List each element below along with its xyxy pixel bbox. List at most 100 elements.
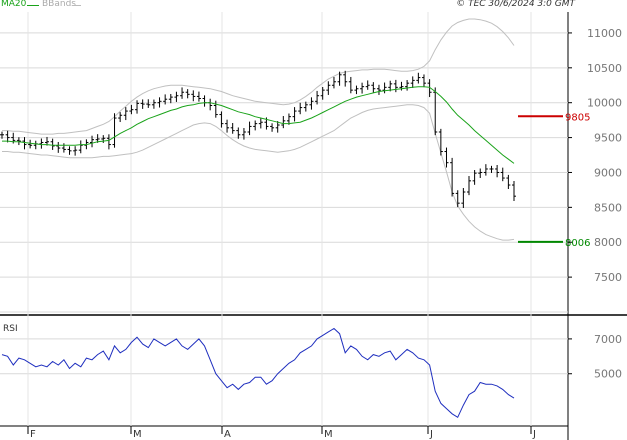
ohlc-bar	[202, 95, 207, 107]
ohlc-bar	[106, 134, 111, 150]
ohlc-bar	[461, 188, 466, 208]
ohlc-bar	[185, 89, 190, 99]
ohlc-bar	[213, 100, 218, 118]
ohlc-bar	[450, 157, 455, 197]
time-tick-label: M	[133, 429, 142, 440]
ohlc-bar	[140, 99, 145, 109]
ohlc-bar	[16, 137, 21, 146]
ma-layer	[2, 86, 515, 164]
ohlc-bar	[309, 97, 314, 110]
ohlc-bar	[253, 120, 258, 131]
chart-root: MA20 BBands © TEC 30/6/2024 3:0 GMT 9805…	[0, 0, 627, 440]
time-tick-label: F	[30, 429, 36, 440]
ohlc-bar	[495, 165, 500, 178]
ohlc-bar	[236, 127, 241, 139]
ohlc-bar	[208, 98, 213, 111]
price-tick-label: 8500	[594, 201, 622, 214]
ohlc-bar	[371, 82, 376, 93]
ohlc-bar	[405, 80, 410, 91]
ohlc-layer	[0, 70, 516, 208]
ohlc-bar	[444, 147, 449, 168]
ohlc-bar	[478, 168, 483, 178]
ohlc-bar	[56, 141, 61, 153]
ohlc-bar	[270, 123, 275, 132]
ohlc-bar	[174, 91, 179, 102]
time-tick-label: J	[532, 429, 536, 440]
rsi-layer	[1, 327, 515, 419]
ohlc-bar	[33, 140, 38, 150]
ohlc-bar	[365, 80, 370, 90]
rsi-line	[1, 327, 515, 419]
price-tick-label: 11000	[587, 27, 622, 40]
ohlc-bar	[331, 76, 336, 89]
ohlc-bar	[298, 102, 303, 115]
price-tick-label: 9000	[594, 166, 622, 179]
ohlc-bar	[39, 138, 44, 149]
rsi-title: RSI	[3, 324, 18, 334]
ohlc-bar	[506, 174, 511, 189]
ohlc-bar	[129, 104, 134, 115]
ohlc-bar	[219, 111, 224, 128]
ohlc-bar	[230, 123, 235, 134]
ohlc-bar	[512, 181, 516, 201]
ohlc-bar	[196, 91, 201, 102]
chart-svg: 9805 8006 11000 10500 10000 9500 9000 8500 8000…	[0, 12, 627, 440]
price-tick-label: 10500	[587, 62, 622, 75]
price-tick-label: 10000	[587, 97, 622, 110]
ohlc-bar	[225, 119, 230, 133]
time-tick-label: M	[324, 429, 333, 440]
ohlc-bar	[466, 176, 471, 196]
ohlc-bar	[438, 128, 443, 156]
rsi-tick-label: 7000	[594, 333, 622, 346]
ohlc-bar	[247, 121, 252, 136]
ohlc-bar	[118, 112, 123, 123]
ma20-line	[2, 86, 515, 164]
ohlc-bar	[146, 99, 151, 108]
ohlc-bar	[320, 87, 325, 100]
ohlc-bar	[416, 72, 421, 84]
ohlc-bar	[61, 143, 66, 153]
ohlc-bar	[123, 107, 128, 121]
time-tick-label: A	[224, 429, 231, 440]
price-tick-label: 8000	[594, 236, 622, 249]
ohlc-bar	[500, 167, 505, 182]
rsi-tick-label: 5000	[594, 368, 622, 381]
ohlc-bar	[455, 190, 460, 208]
levels-layer: 9805 8006	[518, 112, 590, 249]
ohlc-bar	[343, 70, 348, 87]
ohlc-bar	[78, 140, 83, 154]
time-tick-label: J	[429, 429, 433, 440]
ohlc-bar	[376, 84, 381, 95]
ohlc-bar	[410, 76, 415, 88]
ohlc-bar	[354, 85, 359, 95]
ohlc-bar	[421, 74, 426, 88]
price-tick-label: 7500	[594, 271, 622, 284]
ohlc-bar	[348, 76, 353, 94]
ohlc-bar	[382, 82, 387, 94]
bbands-upper-line	[2, 18, 515, 135]
ohlc-bar	[483, 164, 488, 176]
ohlc-bar	[50, 138, 55, 150]
ohlc-bar	[180, 87, 185, 99]
grid-layer	[0, 12, 568, 426]
ohlc-bar	[73, 146, 78, 156]
ohlc-bar	[101, 135, 106, 143]
ohlc-bar	[326, 81, 331, 95]
level-label-9805: 9805	[565, 112, 590, 123]
ohlc-bar	[258, 118, 263, 129]
ohlc-bar	[168, 93, 173, 104]
ohlc-bar	[151, 99, 156, 109]
axis-layer: 11000 10500 10000 9500 9000 8500 8000 7500 7000 5…	[3, 27, 622, 440]
ohlc-bar	[360, 82, 365, 94]
ohlc-bar	[191, 90, 196, 102]
ohlc-bar	[22, 137, 27, 150]
ohlc-bar	[393, 79, 398, 93]
ohlc-bar	[67, 146, 72, 155]
frame-layer	[0, 12, 627, 440]
ohlc-bar	[28, 139, 33, 149]
price-tick-label: 9500	[594, 132, 622, 145]
level-label-8006: 8006	[565, 238, 590, 249]
ohlc-bar	[292, 107, 297, 122]
ohlc-bar	[281, 116, 286, 129]
ohlc-bar	[489, 165, 494, 173]
